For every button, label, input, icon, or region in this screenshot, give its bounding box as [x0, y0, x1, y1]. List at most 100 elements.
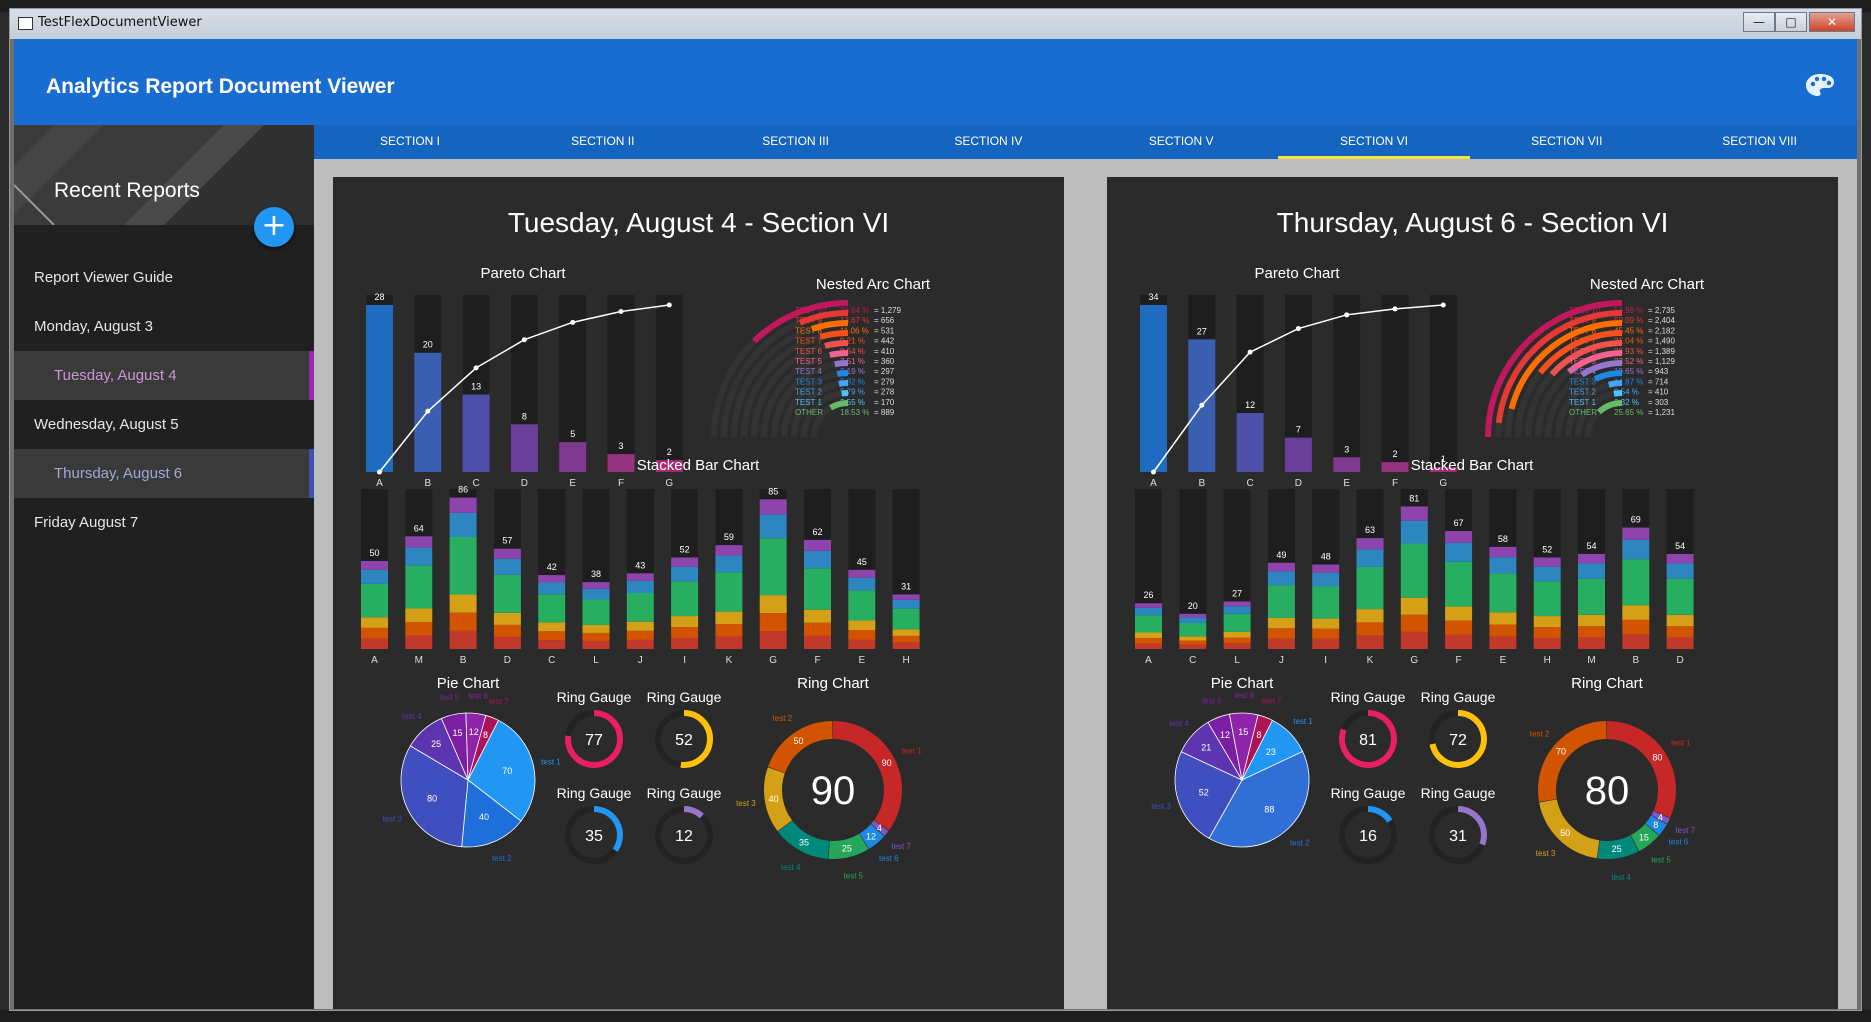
app-title: Analytics Report Document Viewer: [46, 75, 395, 98]
tab-section-1[interactable]: SECTION I: [314, 125, 506, 159]
stacked-segment: [1533, 581, 1561, 617]
pareto-point: [1440, 302, 1446, 308]
arc-segment: [1613, 390, 1623, 397]
arc-segment: [829, 350, 849, 358]
stacked-category-label: E: [1500, 655, 1507, 666]
minimize-button[interactable]: —: [1743, 12, 1775, 32]
stacked-segment: [848, 590, 876, 621]
sidebar-item-label: Wednesday, August 5: [34, 416, 179, 433]
tab-section-3[interactable]: SECTION III: [700, 125, 892, 159]
stacked-total-label: 62: [812, 527, 822, 537]
stacked-total-label: 64: [414, 523, 424, 533]
tab-section-2[interactable]: SECTION II: [507, 125, 699, 159]
sidebar-item-2[interactable]: Tuesday, August 4: [14, 351, 314, 400]
sidebar-item-1[interactable]: Monday, August 3: [14, 302, 314, 351]
ring-gauge-title: Ring Gauge: [1331, 689, 1406, 705]
close-button[interactable]: ✕: [1809, 12, 1855, 32]
report-card-1: Tuesday, August 4 - Section VI Pareto Cha…: [333, 177, 1064, 1009]
pie-value-label: 21: [1201, 743, 1211, 753]
stacked-category-label: K: [726, 655, 733, 666]
pareto-value-label: 20: [423, 340, 433, 350]
pareto-category-label: E: [1343, 478, 1350, 489]
add-report-button[interactable]: +: [254, 207, 294, 247]
stacked-segment: [759, 538, 787, 596]
pie-legend-label: test 1: [541, 757, 561, 766]
pie-value-label: 52: [1199, 787, 1209, 797]
arc-legend-value: = 442: [874, 337, 895, 346]
pareto-point: [1247, 349, 1253, 355]
ring-legend-label: test 6: [879, 854, 899, 863]
stacked-segment: [1578, 626, 1605, 638]
stacked-total-label: 85: [768, 486, 778, 496]
sidebar: Recent Reports + Report Viewer Guide Mond…: [14, 125, 314, 1009]
pareto-bar: [1333, 457, 1361, 472]
pie-value-label: 8: [1256, 730, 1261, 740]
stacked-category-label: L: [593, 655, 599, 666]
stacked-segment: [1400, 631, 1428, 649]
ring-value-label: 80: [1652, 752, 1662, 762]
sidebar-item-4[interactable]: Thursday, August 6: [14, 449, 314, 498]
tab-section-5[interactable]: SECTION V: [1085, 125, 1277, 159]
ring-gauge-title: Ring Gauge: [647, 785, 722, 801]
stacked-segment: [449, 536, 477, 595]
stacked-segment: [804, 550, 831, 569]
arc-legend-label: OTHER: [795, 408, 823, 417]
pie-legend-label: test 5: [440, 693, 460, 702]
stacked-segment: [671, 638, 699, 649]
stacked-segment: [1400, 597, 1428, 615]
arc-legend-label: TEST 8: [795, 326, 823, 335]
pie-legend-label: test 3: [1151, 802, 1171, 811]
stacked-total-label: 26: [1143, 590, 1153, 600]
pareto-category-label: E: [569, 478, 576, 489]
stacked-total-label: 81: [1409, 493, 1419, 503]
sidebar-item-label: Report Viewer Guide: [34, 269, 173, 286]
report-charts: Pareto Chart 28 A 20 B 13 C 8 D 5 E 3 F 2 G Nested Arc …: [361, 265, 931, 881]
pie-value-label: 70: [502, 766, 512, 776]
tab-section-8[interactable]: SECTION VIII: [1664, 125, 1856, 159]
stacked-segment: [804, 539, 831, 551]
tab-section-7[interactable]: SECTION VII: [1471, 125, 1663, 159]
pareto-value-label: 2: [1392, 449, 1397, 459]
sidebar-item-0[interactable]: Report Viewer Guide: [14, 253, 314, 302]
pie-value-label: 25: [431, 739, 441, 749]
stacked-segment: [1223, 606, 1251, 614]
stacked-category-label: F: [814, 655, 820, 666]
sidebar-item-5[interactable]: Friday August 7: [14, 498, 314, 547]
ide-status-strip: [0, 1010, 1871, 1022]
stacked-segment: [715, 636, 743, 649]
stacked-category-label: J: [638, 655, 643, 666]
stacked-segment: [715, 624, 743, 637]
pie-legend-label: test 7: [1262, 696, 1282, 705]
ring-gauge-title: Ring Gauge: [647, 689, 722, 705]
sidebar-item-3[interactable]: Wednesday, August 5: [14, 400, 314, 449]
palette-icon[interactable]: [1805, 73, 1835, 97]
stacked-category-label: C: [548, 655, 555, 666]
stacked-segment: [1578, 637, 1605, 649]
stacked-category-label: A: [1145, 655, 1152, 666]
ring-value-label: 8: [1653, 820, 1658, 830]
stacked-segment: [1666, 563, 1694, 579]
arc-legend-label: TEST 5: [1569, 357, 1597, 366]
pie-legend-label: test 6: [468, 692, 488, 701]
ring-chart-title: Ring Chart: [1571, 675, 1644, 692]
stacked-title: Stacked Bar Chart: [637, 457, 760, 474]
tab-section-6[interactable]: SECTION VI: [1278, 125, 1470, 159]
stacked-segment: [1578, 614, 1605, 627]
app-header: Analytics Report Document Viewer: [14, 39, 1857, 125]
pareto-bar: [607, 454, 635, 472]
tab-section-4[interactable]: SECTION IV: [892, 125, 1084, 159]
arc-legend-value: = 2,404: [1648, 316, 1675, 325]
stacked-segment: [626, 580, 654, 593]
stacked-segment: [671, 627, 699, 639]
stacked-segment: [1445, 634, 1473, 649]
pareto-point: [1199, 402, 1205, 408]
gauge-arc: [1367, 806, 1393, 823]
ring-legend-label: test 4: [1611, 873, 1631, 882]
pareto-category-label: A: [1150, 478, 1157, 489]
maximize-button[interactable]: □: [1775, 12, 1807, 32]
stacked-segment: [1223, 601, 1251, 607]
pareto-point: [1295, 326, 1301, 332]
window-titlebar[interactable]: TestFlexDocumentViewer — □ ✕: [10, 9, 1861, 39]
stacked-segment: [538, 582, 566, 595]
pie-legend-label: test 2: [1290, 838, 1310, 847]
